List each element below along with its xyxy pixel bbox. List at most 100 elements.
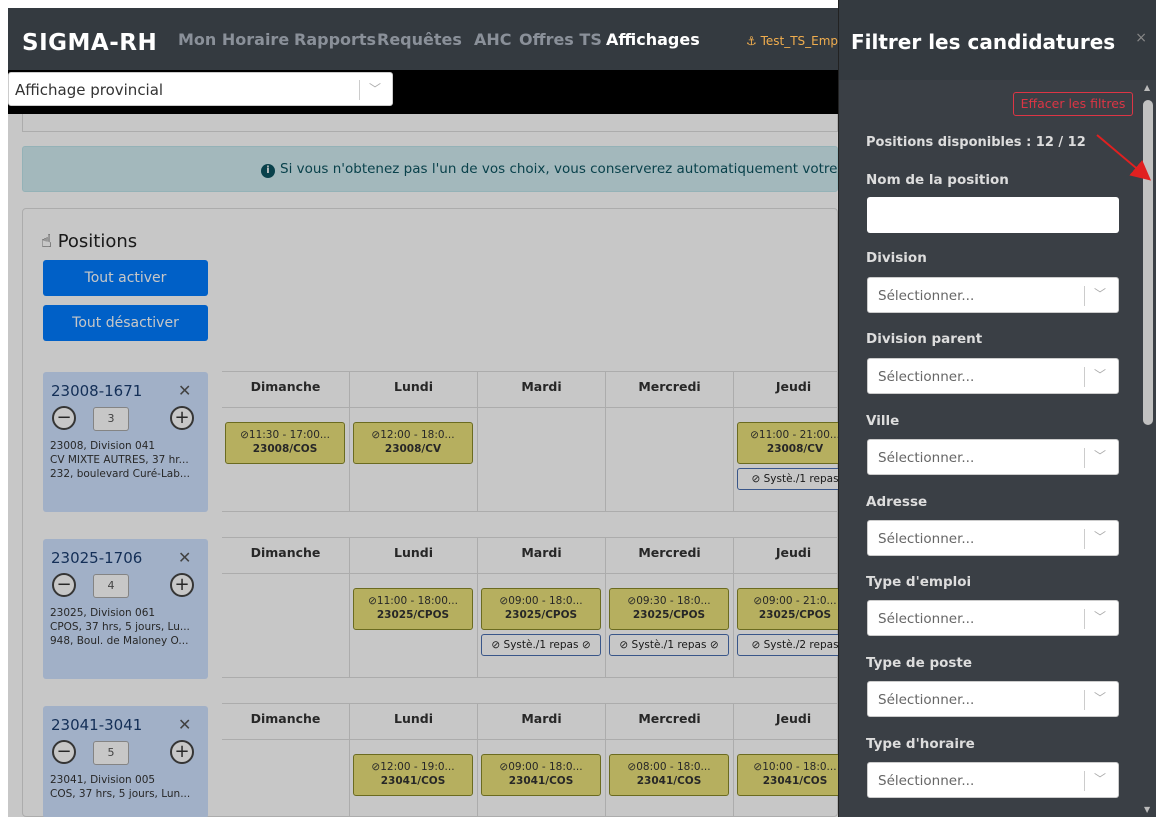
position-line-3: 232, boulevard Curé-Lab... <box>50 468 190 480</box>
day-header: Mardi <box>478 704 606 740</box>
affichage-select[interactable]: Affichage provincial ﹀ <box>8 72 393 106</box>
type-emploi-select[interactable]: Sélectionner... ﹀ <box>867 600 1119 636</box>
select-placeholder: Sélectionner... <box>878 531 975 547</box>
affichage-select-value: Affichage provincial <box>15 81 164 99</box>
division-parent-select[interactable]: Sélectionner... ﹀ <box>867 358 1119 394</box>
nav-ahc[interactable]: AHC <box>474 30 512 49</box>
adresse-select[interactable]: Sélectionner... ﹀ <box>867 520 1119 556</box>
panel-scrollbar[interactable]: ▲ ▼ <box>1139 80 1156 817</box>
position-id: 23008-1671 <box>51 382 143 400</box>
type-horaire-select[interactable]: Sélectionner... ﹀ <box>867 762 1119 798</box>
remove-position-icon[interactable]: ✕ <box>178 548 191 567</box>
schedule-grid-3: Dimanche Lundi Mardi Mercredi Jeudi ⊘12:… <box>222 703 853 817</box>
activate-all-button[interactable]: Tout activer <box>43 260 208 296</box>
ville-select[interactable]: Sélectionner... ﹀ <box>867 439 1119 475</box>
link-icon: ⊘ <box>240 429 249 441</box>
filter-panel-title: Filtrer les candidatures <box>851 30 1116 54</box>
shift-time-text: 12:00 - 18:0... <box>380 429 455 441</box>
shift-code: 23008/CV <box>766 443 824 455</box>
day-header: Mercredi <box>606 538 734 574</box>
nav-mon-horaire[interactable]: Mon Horaire <box>178 30 289 49</box>
scroll-down-icon[interactable]: ▼ <box>1144 805 1150 814</box>
select-separator <box>1084 771 1085 791</box>
shift-block[interactable]: ⊘09:00 - 21:0... 23025/CPOS <box>737 588 853 630</box>
type-emploi-label: Type d'emploi <box>866 574 972 590</box>
day-header: Dimanche <box>222 538 350 574</box>
clear-filters-button[interactable]: Effacer les filtres <box>1013 92 1133 116</box>
day-header: Mercredi <box>606 372 734 408</box>
meal-block[interactable]: ⊘ Systè./1 repas ⊘ <box>609 634 729 656</box>
top-card-edge <box>22 114 838 132</box>
decrement-button[interactable]: − <box>52 406 76 430</box>
shift-time: ⊘12:00 - 18:0... <box>354 428 472 442</box>
shift-block[interactable]: ⊘09:30 - 18:0... 23025/CPOS <box>609 588 729 630</box>
shift-block[interactable]: ⊘11:30 - 17:00... 23008/COS <box>225 422 345 464</box>
decrement-button[interactable]: − <box>52 573 76 597</box>
user-menu-link[interactable]: ⚓ Test_TS_Emp <box>746 34 838 48</box>
position-line-2: CV MIXTE AUTRES, 37 hr... <box>50 454 189 466</box>
increment-button[interactable]: + <box>170 406 194 430</box>
priority-count[interactable]: 3 <box>93 407 129 431</box>
day-header: Jeudi <box>734 372 853 408</box>
select-separator <box>1084 609 1085 629</box>
increment-button[interactable]: + <box>170 740 194 764</box>
scrollbar-thumb[interactable] <box>1143 100 1153 425</box>
shift-time-text: 10:00 - 18:0... <box>762 761 837 773</box>
chevron-down-icon: ﹀ <box>369 82 382 96</box>
chevron-down-icon: ﹀ <box>1094 610 1107 624</box>
shift-time: ⊘09:00 - 18:0... <box>482 594 600 608</box>
shift-block[interactable]: ⊘10:00 - 18:0... 23041/COS <box>737 754 853 796</box>
position-block-3[interactable]: 23041-3041 ✕ − 5 + 23041, Division 005 C… <box>43 706 208 817</box>
shift-block[interactable]: ⊘11:00 - 18:00... 23025/CPOS <box>353 588 473 630</box>
shift-block[interactable]: ⊘11:00 - 21:00... 23008/CV <box>737 422 853 464</box>
shift-code: 23041/COS <box>636 775 702 787</box>
remove-position-icon[interactable]: ✕ <box>178 715 191 734</box>
link-icon: ⊘ <box>627 761 637 773</box>
deactivate-all-button[interactable]: Tout désactiver <box>43 305 208 341</box>
day-header: Mardi <box>478 538 606 574</box>
increment-button[interactable]: + <box>170 573 194 597</box>
link-icon: ⊘ <box>371 761 381 773</box>
nav-rapports[interactable]: Rapports <box>294 30 376 49</box>
shift-time-text: 09:30 - 18:0... <box>636 595 711 607</box>
division-select[interactable]: Sélectionner... ﹀ <box>867 277 1119 313</box>
main-content: i Si vous n'obtenez pas l'un de vos choix… <box>8 114 853 817</box>
filter-panel-body: Effacer les filtres Positions disponible… <box>839 80 1139 817</box>
select-separator <box>1084 367 1085 387</box>
position-name-input[interactable] <box>867 197 1119 233</box>
meal-block[interactable]: ⊘ Systè./2 repas <box>737 634 853 656</box>
select-placeholder: Sélectionner... <box>878 611 975 627</box>
link-icon: ⊘ <box>753 761 763 773</box>
nav-offres-ts[interactable]: Offres TS <box>519 30 602 49</box>
shift-code: 23041/COS <box>380 775 446 787</box>
shift-code: 23025/CPOS <box>504 609 578 621</box>
meal-block[interactable]: ⊘ Systè./1 repas ⊘ <box>481 634 601 656</box>
app-logo[interactable]: SIGMA-RH <box>22 30 157 56</box>
shift-time-text: 09:00 - 18:0... <box>508 761 583 773</box>
shift-block[interactable]: ⊘09:00 - 18:0... 23025/CPOS <box>481 588 601 630</box>
day-header: Lundi <box>350 372 478 408</box>
meal-block[interactable]: ⊘ Systè./1 repas <box>737 468 853 490</box>
link-icon: ⊘ <box>619 639 629 651</box>
shift-block[interactable]: ⊘12:00 - 19:0... 23041/COS <box>353 754 473 796</box>
nav-requetes[interactable]: Requêtes <box>377 30 462 49</box>
select-separator <box>359 80 360 100</box>
link-icon: ⊘ <box>751 639 761 651</box>
position-block-1[interactable]: 23008-1671 ✕ − 3 + 23008, Division 041 C… <box>43 372 208 512</box>
priority-count[interactable]: 5 <box>93 741 129 765</box>
scroll-up-icon[interactable]: ▲ <box>1144 83 1150 92</box>
shift-block[interactable]: ⊘08:00 - 18:0... 23041/COS <box>609 754 729 796</box>
type-horaire-label: Type d'horaire <box>866 736 975 752</box>
close-icon[interactable]: × <box>1135 30 1147 46</box>
position-block-2[interactable]: 23025-1706 ✕ − 4 + 23025, Division 061 C… <box>43 539 208 679</box>
link-icon: ⊘ <box>499 761 509 773</box>
decrement-button[interactable]: − <box>52 740 76 764</box>
affichage-bar: Affichage provincial ﹀ <box>8 70 838 114</box>
remove-position-icon[interactable]: ✕ <box>178 381 191 400</box>
shift-block[interactable]: ⊘12:00 - 18:0... 23008/CV <box>353 422 473 464</box>
meal-text: Systè./1 repas <box>503 639 579 651</box>
shift-block[interactable]: ⊘09:00 - 18:0... 23041/COS <box>481 754 601 796</box>
nav-affichages[interactable]: Affichages <box>606 30 700 49</box>
type-poste-select[interactable]: Sélectionner... ﹀ <box>867 681 1119 717</box>
priority-count[interactable]: 4 <box>93 574 129 598</box>
